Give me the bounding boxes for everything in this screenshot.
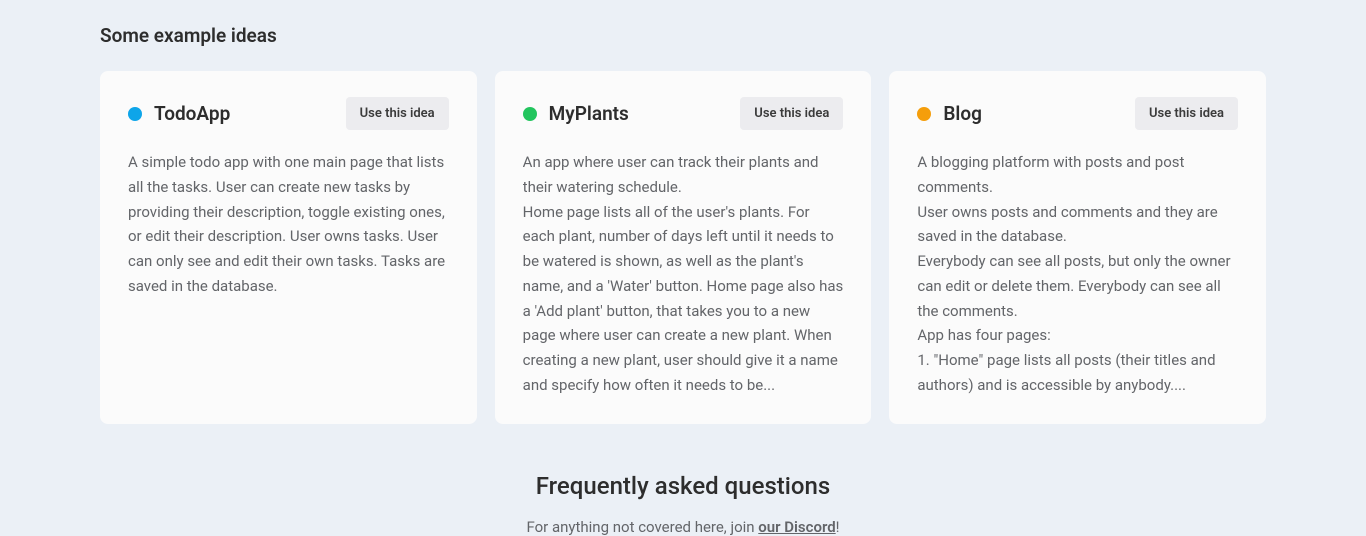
card-title: TodoApp [154, 102, 230, 125]
dot-icon [523, 107, 537, 121]
card-title-wrap: MyPlants [523, 102, 629, 125]
faq-subtitle: For anything not covered here, join our … [100, 518, 1266, 536]
faq-subtitle-suffix: ! [836, 518, 840, 536]
use-this-idea-button[interactable]: Use this idea [346, 97, 449, 130]
card-description: An app where user can track their plants… [523, 150, 844, 398]
idea-card-todoapp: TodoApp Use this idea A simple todo app … [100, 71, 477, 424]
card-description: A blogging platform with posts and post … [917, 150, 1238, 398]
faq-title: Frequently asked questions [100, 472, 1266, 500]
section-title: Some example ideas [100, 24, 1266, 47]
page-container: Some example ideas TodoApp Use this idea… [0, 0, 1366, 536]
card-title-wrap: TodoApp [128, 102, 230, 125]
card-title: MyPlants [549, 102, 629, 125]
use-this-idea-button[interactable]: Use this idea [740, 97, 843, 130]
card-title-wrap: Blog [917, 102, 982, 125]
use-this-idea-button[interactable]: Use this idea [1135, 97, 1238, 130]
faq-section: Frequently asked questions For anything … [100, 472, 1266, 536]
idea-card-myplants: MyPlants Use this idea An app where user… [495, 71, 872, 424]
discord-link[interactable]: our Discord [758, 518, 835, 536]
idea-cards-row: TodoApp Use this idea A simple todo app … [100, 71, 1266, 424]
card-description: A simple todo app with one main page tha… [128, 150, 449, 299]
card-title: Blog [943, 102, 982, 125]
dot-icon [128, 107, 142, 121]
card-header: MyPlants Use this idea [523, 97, 844, 130]
dot-icon [917, 107, 931, 121]
faq-subtitle-prefix: For anything not covered here, join [526, 518, 758, 536]
card-header: TodoApp Use this idea [128, 97, 449, 130]
card-header: Blog Use this idea [917, 97, 1238, 130]
idea-card-blog: Blog Use this idea A blogging platform w… [889, 71, 1266, 424]
